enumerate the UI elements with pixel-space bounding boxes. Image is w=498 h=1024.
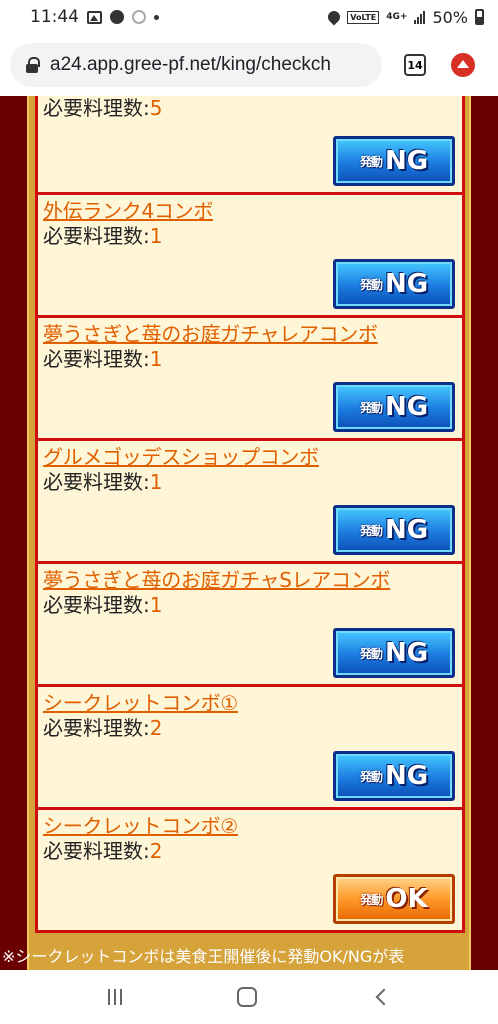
required-label: 必要料理数: bbox=[43, 716, 150, 740]
required-label: 必要料理数: bbox=[43, 96, 150, 120]
required-count: 1 bbox=[149, 593, 163, 617]
location-icon bbox=[325, 8, 343, 26]
activation-ng-badge: 発動 NG bbox=[333, 628, 455, 678]
lock-icon[interactable] bbox=[26, 57, 40, 73]
combo-name-link[interactable]: グルメゴッデスショップコンボ bbox=[43, 445, 319, 469]
required-dishes: 必要料理数:1 bbox=[43, 469, 462, 495]
url-text[interactable]: a24.app.gree-pf.net/king/checkch bbox=[50, 54, 331, 76]
required-count: 1 bbox=[149, 347, 163, 371]
activation-ng-badge: 発動 NG bbox=[333, 505, 455, 555]
activation-status: NG bbox=[384, 515, 429, 545]
recent-apps-icon[interactable] bbox=[107, 989, 122, 1005]
combo-name-link[interactable]: 外伝ランク4コンボ bbox=[43, 199, 213, 223]
activation-status: OK bbox=[385, 884, 428, 914]
combo-card: 夢うさぎと苺のお庭ガチャSレアコンボ 必要料理数:1 発動 NG bbox=[35, 561, 465, 687]
activation-label: 発動 bbox=[359, 154, 383, 169]
volte-icon: VoLTE bbox=[347, 10, 380, 24]
required-dishes: 必要料理数:1 bbox=[43, 223, 462, 249]
combo-name-link[interactable]: 夢うさぎと苺のお庭ガチャレアコンボ bbox=[43, 322, 378, 346]
battery-percent: 50% bbox=[432, 7, 468, 27]
required-count: 1 bbox=[149, 224, 163, 248]
activation-status: NG bbox=[384, 638, 429, 668]
required-label: 必要料理数: bbox=[43, 593, 150, 617]
combo-card: 必要料理数:5 発動 NG bbox=[35, 96, 465, 195]
footer-note: ※シークレットコンボは美食王開催後に発動OK/NGが表 bbox=[2, 947, 405, 966]
activation-ng-badge: 発動 NG bbox=[333, 259, 455, 309]
required-dishes: 必要料理数:2 bbox=[43, 715, 462, 741]
clock: 11:44 bbox=[30, 7, 79, 27]
update-chrome-icon[interactable] bbox=[451, 53, 475, 77]
required-dishes: 必要料理数:1 bbox=[43, 592, 462, 618]
activation-label: 発動 bbox=[359, 523, 383, 538]
combo-name-link[interactable]: シークレットコンボ① bbox=[43, 691, 238, 715]
back-icon[interactable] bbox=[375, 988, 393, 1006]
more-notifications-icon bbox=[154, 14, 159, 20]
activation-label: 発動 bbox=[360, 892, 383, 907]
loading-notification-icon bbox=[132, 10, 146, 24]
activation-ng-badge: 発動 NG bbox=[333, 751, 455, 801]
activation-label: 発動 bbox=[359, 769, 383, 784]
required-dishes: 必要料理数:2 bbox=[43, 838, 462, 864]
combo-name-link[interactable]: シークレットコンボ② bbox=[43, 814, 238, 838]
combo-list: 必要料理数:5 発動 NG 外伝ランク4コンボ 必要料理数:1 発動 NG 夢うさぎと苺のお庭… bbox=[35, 96, 465, 933]
home-icon[interactable] bbox=[236, 987, 257, 1007]
activation-ng-badge: 発動 NG bbox=[333, 136, 455, 186]
required-count: 5 bbox=[149, 96, 163, 120]
activation-status: NG bbox=[384, 146, 429, 176]
required-dishes: 必要料理数:1 bbox=[43, 346, 462, 372]
activation-status: NG bbox=[384, 392, 429, 422]
combo-card: 外伝ランク4コンボ 必要料理数:1 発動 NG bbox=[35, 192, 465, 318]
required-count: 1 bbox=[149, 470, 163, 494]
activation-label: 発動 bbox=[359, 400, 383, 415]
required-count: 2 bbox=[149, 716, 163, 740]
activation-label: 発動 bbox=[359, 646, 383, 661]
combo-card: グルメゴッデスショップコンボ 必要料理数:1 発動 NG bbox=[35, 438, 465, 564]
address-bar[interactable]: a24.app.gree-pf.net/king/checkch bbox=[10, 43, 382, 87]
signal-icon bbox=[414, 10, 426, 24]
required-label: 必要料理数: bbox=[43, 224, 150, 248]
combo-card: シークレットコンボ② 必要料理数:2 発動 OK bbox=[35, 807, 465, 933]
activation-ng-badge: 発動 NG bbox=[333, 382, 455, 432]
combo-card: 夢うさぎと苺のお庭ガチャレアコンボ 必要料理数:1 発動 NG bbox=[35, 315, 465, 441]
status-bar: 11:44 VoLTE 4G+ 50% bbox=[0, 0, 498, 34]
tab-switcher-button[interactable]: 14 bbox=[404, 54, 426, 76]
browser-toolbar: a24.app.gree-pf.net/king/checkch 14 bbox=[0, 34, 498, 96]
required-dishes: 必要料理数:5 bbox=[43, 96, 462, 121]
ball-notification-icon bbox=[110, 10, 124, 24]
android-nav-bar bbox=[0, 970, 498, 1024]
combo-name-link[interactable]: 夢うさぎと苺のお庭ガチャSレアコンボ bbox=[43, 568, 390, 592]
combo-card: シークレットコンボ① 必要料理数:2 発動 NG bbox=[35, 684, 465, 810]
activation-status: NG bbox=[384, 269, 429, 299]
network-type: 4G+ bbox=[386, 11, 408, 22]
activation-ok-badge: 発動 OK bbox=[333, 874, 455, 924]
required-count: 2 bbox=[149, 839, 163, 863]
activation-label: 発動 bbox=[359, 277, 383, 292]
required-label: 必要料理数: bbox=[43, 470, 150, 494]
image-notification-icon bbox=[87, 10, 102, 24]
page-content: 必要料理数:5 発動 NG 外伝ランク4コンボ 必要料理数:1 発動 NG 夢うさぎと苺のお庭… bbox=[0, 96, 498, 970]
required-label: 必要料理数: bbox=[43, 839, 150, 863]
battery-icon bbox=[475, 9, 484, 25]
activation-status: NG bbox=[384, 761, 429, 791]
required-label: 必要料理数: bbox=[43, 347, 150, 371]
